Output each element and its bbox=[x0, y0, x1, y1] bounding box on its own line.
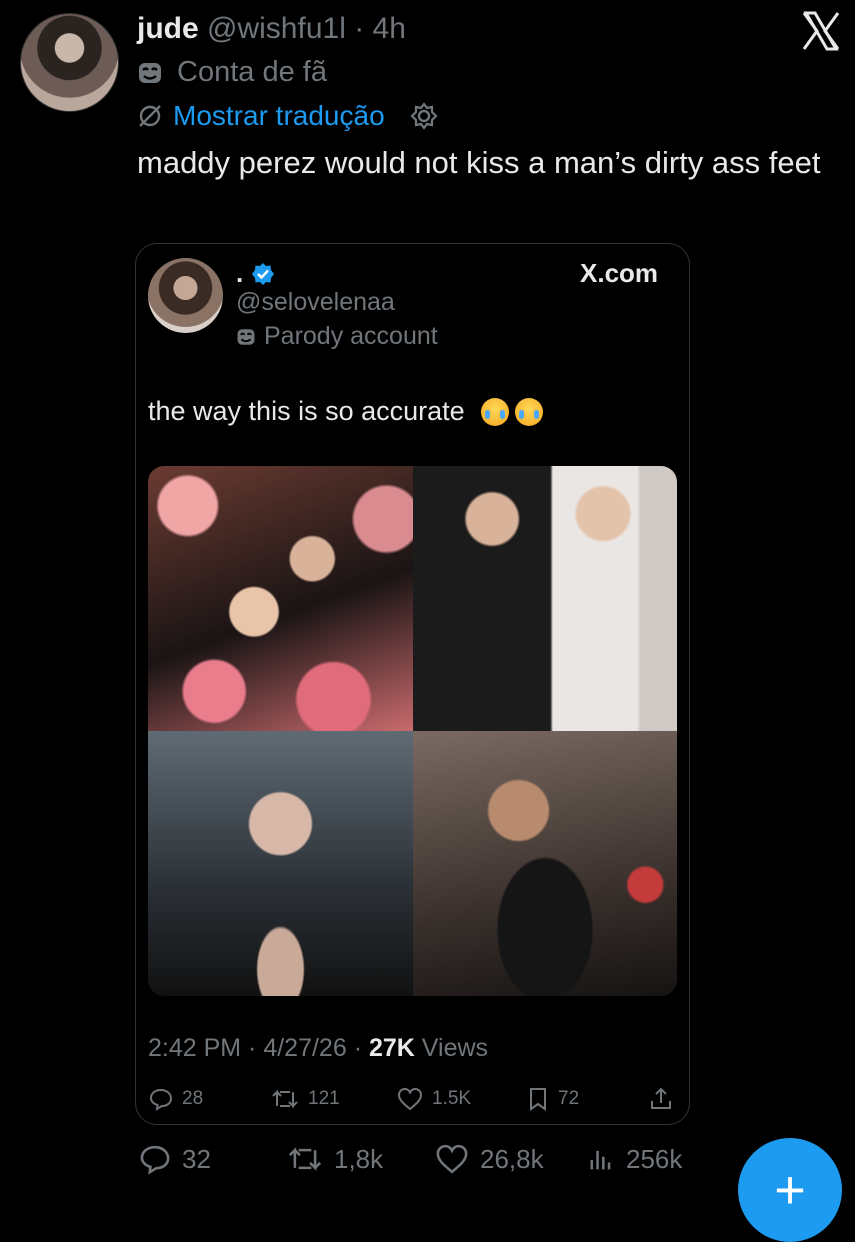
heart-icon bbox=[397, 1087, 423, 1111]
like-count: 26,8k bbox=[480, 1143, 544, 1174]
like-button[interactable]: 26,8k bbox=[434, 1142, 544, 1176]
compose-button[interactable]: + bbox=[738, 1138, 842, 1242]
gear-icon[interactable] bbox=[409, 101, 439, 131]
quoted-bookmark-count: 72 bbox=[558, 1088, 580, 1109]
parody-account-label: Parody account bbox=[264, 322, 438, 350]
translate-slash-icon bbox=[139, 105, 161, 127]
crying-emoji-icon bbox=[480, 397, 509, 426]
tweet-action-bar: 32 1,8k 26,8k 256k bbox=[138, 1142, 838, 1182]
quoted-author-handle[interactable]: @selovelenaa bbox=[236, 288, 395, 317]
author-handle[interactable]: @wishfu1l bbox=[207, 12, 346, 45]
tweet-text: maddy perez would not kiss a man’s dirty… bbox=[137, 145, 821, 180]
media-grid bbox=[148, 466, 677, 996]
fan-account-label: Conta de fã bbox=[177, 56, 327, 88]
quoted-name-row: . bbox=[236, 258, 275, 289]
post-time: 4h bbox=[372, 12, 406, 45]
reply-count: 32 bbox=[182, 1143, 211, 1174]
translate-row: Mostrar tradução bbox=[137, 100, 439, 132]
quoted-author-avatar[interactable] bbox=[148, 258, 223, 333]
quoted-reply-count: 28 bbox=[182, 1088, 204, 1109]
author-name[interactable]: jude bbox=[137, 12, 199, 45]
reply-button[interactable]: 32 bbox=[138, 1142, 211, 1176]
quoted-text: the way this is so accurate bbox=[148, 396, 465, 426]
quoted-repost-count: 121 bbox=[308, 1088, 340, 1109]
views-button[interactable]: 256k bbox=[586, 1142, 682, 1176]
media-photo[interactable] bbox=[413, 731, 677, 996]
show-translation-link[interactable]: Mostrar tradução bbox=[173, 100, 385, 132]
quoted-bookmark-button[interactable]: 72 bbox=[526, 1086, 579, 1112]
media-photo[interactable] bbox=[148, 731, 413, 996]
compose-icon: + bbox=[774, 1160, 806, 1220]
separator-dot: · bbox=[345, 12, 373, 45]
source-label[interactable]: X.com bbox=[580, 258, 658, 289]
quoted-views-count: 27K bbox=[368, 1034, 415, 1062]
share-icon bbox=[651, 1087, 671, 1109]
quoted-share-button[interactable] bbox=[648, 1086, 674, 1112]
fan-account-badge: Conta de fã bbox=[137, 56, 327, 89]
repost-button[interactable]: 1,8k bbox=[286, 1142, 383, 1176]
views-chart-icon bbox=[590, 1150, 611, 1170]
x-logo-icon[interactable] bbox=[800, 10, 842, 52]
heart-icon bbox=[436, 1144, 468, 1174]
quoted-author-name[interactable]: . bbox=[236, 258, 243, 289]
quoted-repost-button[interactable]: 121 bbox=[270, 1086, 340, 1112]
parody-mask-icon bbox=[237, 328, 255, 345]
quoted-like-button[interactable]: 1.5K bbox=[396, 1086, 471, 1112]
quoted-text-row: the way this is so accurate bbox=[148, 396, 543, 427]
quoted-like-count: 1.5K bbox=[432, 1088, 472, 1109]
reply-icon bbox=[140, 1145, 170, 1175]
author-line: jude @wishfu1l · 4h bbox=[137, 12, 406, 46]
crying-emoji-icon bbox=[514, 397, 543, 426]
quoted-time: 2:42 PM bbox=[148, 1034, 242, 1062]
bookmark-icon bbox=[530, 1088, 546, 1111]
quoted-views-label: Views bbox=[421, 1034, 489, 1062]
quoted-action-bar: 28 121 1.5K 72 bbox=[148, 1086, 678, 1118]
media-photo[interactable] bbox=[148, 466, 413, 731]
author-avatar[interactable] bbox=[20, 13, 119, 112]
fan-mask-icon bbox=[139, 62, 161, 83]
reply-icon bbox=[149, 1088, 173, 1111]
repost-icon bbox=[272, 1089, 298, 1109]
views-count: 256k bbox=[626, 1143, 683, 1174]
repost-count: 1,8k bbox=[334, 1143, 384, 1174]
quoted-reply-button[interactable]: 28 bbox=[148, 1086, 203, 1112]
media-photo[interactable] bbox=[413, 466, 677, 731]
quoted-date: 4/27/26 bbox=[263, 1034, 347, 1062]
verified-badge-icon bbox=[252, 262, 275, 285]
parody-account-badge: Parody account bbox=[236, 322, 438, 351]
repost-icon bbox=[288, 1147, 322, 1171]
quoted-meta: 2:42 PM · 4/27/26 · 27K Views bbox=[148, 1034, 489, 1062]
